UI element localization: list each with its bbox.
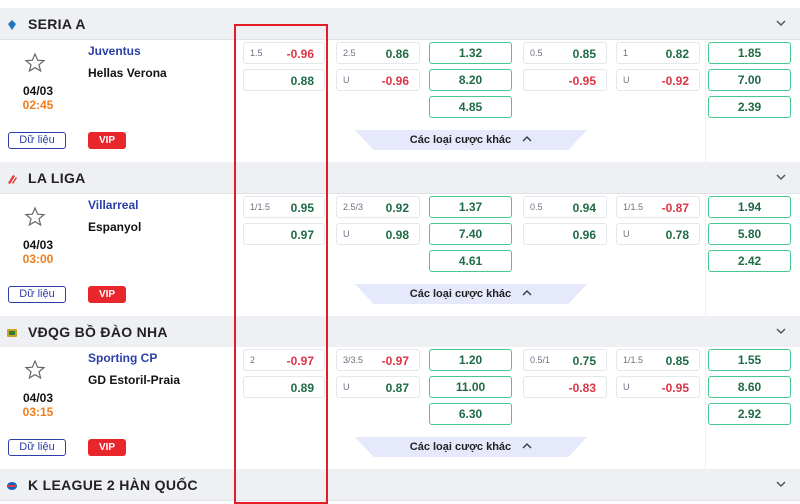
- handicap-home-odd[interactable]: 2 -0.97: [243, 349, 325, 371]
- 1x2-home-odd[interactable]: 1.20: [429, 349, 512, 371]
- more-bets-toggle[interactable]: Các loại cược khác: [355, 284, 587, 304]
- more-bets-label: Các loại cược khác: [409, 441, 512, 453]
- h1-1x2-draw-odd[interactable]: 8.60: [708, 376, 791, 398]
- h1-handicap-away-odd[interactable]: -0.83: [523, 376, 607, 398]
- h1-over-under-over-odd[interactable]: 1 0.82: [616, 42, 700, 64]
- h1-1x2-away-odd[interactable]: 2.92: [708, 403, 791, 425]
- league-name: VĐQG BỒ ĐÀO NHA: [28, 323, 168, 340]
- team-away[interactable]: Espanyol: [88, 220, 141, 234]
- h1-handicap-home-odd[interactable]: 0.5 0.94: [523, 196, 607, 218]
- column-divider: [705, 194, 706, 316]
- 1x2-draw-odd[interactable]: 8.20: [429, 69, 512, 91]
- team-home[interactable]: Villarreal: [88, 198, 138, 212]
- star-icon[interactable]: [24, 359, 46, 381]
- chevron-down-icon[interactable]: [774, 16, 788, 30]
- 1x2-away-odd[interactable]: 4.85: [429, 96, 512, 118]
- over-under-over-odd[interactable]: 3/3.5 -0.97: [336, 349, 420, 371]
- chevron-up-icon: [522, 438, 532, 457]
- handicap-away-odd[interactable]: 0.89: [243, 376, 325, 398]
- handicap-home-odd[interactable]: 1/1.5 0.95: [243, 196, 325, 218]
- match-time: 03:00: [22, 252, 54, 266]
- over-under-over-odd[interactable]: 2.5 0.86: [336, 42, 420, 64]
- h1-1x2-draw-odd[interactable]: 5.80: [708, 223, 791, 245]
- k-league-logo-icon: [6, 479, 18, 491]
- vip-badge[interactable]: VIP: [88, 286, 126, 303]
- match-time: 02:45: [22, 98, 54, 112]
- data-button[interactable]: Dữ liệu: [8, 286, 66, 303]
- over-under-under-odd[interactable]: U 0.87: [336, 376, 420, 398]
- h1-handicap-away-odd[interactable]: -0.95: [523, 69, 607, 91]
- vip-badge[interactable]: VIP: [88, 132, 126, 149]
- 1x2-draw-odd[interactable]: 11.00: [429, 376, 512, 398]
- h1-over-under-under-odd[interactable]: U -0.92: [616, 69, 700, 91]
- 1x2-away-odd[interactable]: 4.61: [429, 250, 512, 272]
- seria-a-logo-icon: [6, 18, 18, 30]
- handicap-away-odd[interactable]: 0.88: [243, 69, 325, 91]
- match-row: 04/03 03:00 Villarreal Espanyol 1/1.5 0.…: [0, 194, 800, 316]
- h1-1x2-draw-odd[interactable]: 7.00: [708, 69, 791, 91]
- over-under-over-odd[interactable]: 2.5/3 0.92: [336, 196, 420, 218]
- h1-1x2-away-odd[interactable]: 2.42: [708, 250, 791, 272]
- h1-over-under-over-odd[interactable]: 1/1.5 -0.87: [616, 196, 700, 218]
- chevron-up-icon: [522, 285, 532, 304]
- league-name: K LEAGUE 2 HÀN QUỐC: [28, 476, 198, 493]
- h1-handicap-home-odd[interactable]: 0.5/1 0.75: [523, 349, 607, 371]
- over-under-under-odd[interactable]: U 0.98: [336, 223, 420, 245]
- handicap-home-odd[interactable]: 1.5 -0.96: [243, 42, 325, 64]
- la-liga-logo-icon: [6, 172, 18, 184]
- over-under-under-odd[interactable]: U -0.96: [336, 69, 420, 91]
- data-button[interactable]: Dữ liệu: [8, 132, 66, 149]
- league-header-portugal[interactable]: VĐQG BỒ ĐÀO NHA: [0, 316, 800, 348]
- chevron-down-icon[interactable]: [774, 170, 788, 184]
- data-button[interactable]: Dữ liệu: [8, 439, 66, 456]
- h1-handicap-home-odd[interactable]: 0.5 0.85: [523, 42, 607, 64]
- vip-badge[interactable]: VIP: [88, 439, 126, 456]
- league-header-la-liga[interactable]: LA LIGA: [0, 162, 800, 194]
- 1x2-home-odd[interactable]: 1.37: [429, 196, 512, 218]
- match-row: 04/03 03:15 Sporting CP GD Estoril-Praia…: [0, 347, 800, 469]
- 1x2-away-odd[interactable]: 6.30: [429, 403, 512, 425]
- more-bets-label: Các loại cược khác: [409, 134, 512, 146]
- match-time: 03:15: [22, 405, 54, 419]
- star-icon[interactable]: [24, 52, 46, 74]
- chevron-down-icon[interactable]: [774, 324, 788, 338]
- column-divider: [705, 347, 706, 469]
- 1x2-home-odd[interactable]: 1.32: [429, 42, 512, 64]
- h1-over-under-under-odd[interactable]: U 0.78: [616, 223, 700, 245]
- column-divider: [705, 40, 706, 162]
- league-header-seria-a[interactable]: SERIA A: [0, 8, 800, 40]
- league-name: LA LIGA: [28, 169, 86, 186]
- chevron-up-icon: [522, 131, 532, 150]
- league-name: SERIA A: [28, 15, 86, 32]
- chevron-down-icon[interactable]: [774, 477, 788, 491]
- h1-handicap-away-odd[interactable]: 0.96: [523, 223, 607, 245]
- team-home[interactable]: Juventus: [88, 44, 141, 58]
- match-date: 04/03: [22, 391, 54, 405]
- handicap-away-odd[interactable]: 0.97: [243, 223, 325, 245]
- 1x2-draw-odd[interactable]: 7.40: [429, 223, 512, 245]
- more-bets-toggle[interactable]: Các loại cược khác: [355, 130, 587, 150]
- portugal-league-logo-icon: [6, 326, 18, 338]
- h1-1x2-home-odd[interactable]: 1.85: [708, 42, 791, 64]
- h1-over-under-over-odd[interactable]: 1/1.5 0.85: [616, 349, 700, 371]
- h1-1x2-away-odd[interactable]: 2.39: [708, 96, 791, 118]
- h1-1x2-home-odd[interactable]: 1.94: [708, 196, 791, 218]
- team-home[interactable]: Sporting CP: [88, 351, 157, 365]
- match-row: 04/03 02:45 Juventus Hellas Verona 1.5 -…: [0, 40, 800, 162]
- match-date: 04/03: [22, 84, 54, 98]
- more-bets-toggle[interactable]: Các loại cược khác: [355, 437, 587, 457]
- star-icon[interactable]: [24, 206, 46, 228]
- team-away[interactable]: Hellas Verona: [88, 66, 167, 80]
- h1-1x2-home-odd[interactable]: 1.55: [708, 349, 791, 371]
- more-bets-label: Các loại cược khác: [409, 288, 512, 300]
- match-date: 04/03: [22, 238, 54, 252]
- h1-over-under-under-odd[interactable]: U -0.95: [616, 376, 700, 398]
- league-header-k-league-2[interactable]: K LEAGUE 2 HÀN QUỐC: [0, 469, 800, 501]
- team-away[interactable]: GD Estoril-Praia: [88, 373, 180, 387]
